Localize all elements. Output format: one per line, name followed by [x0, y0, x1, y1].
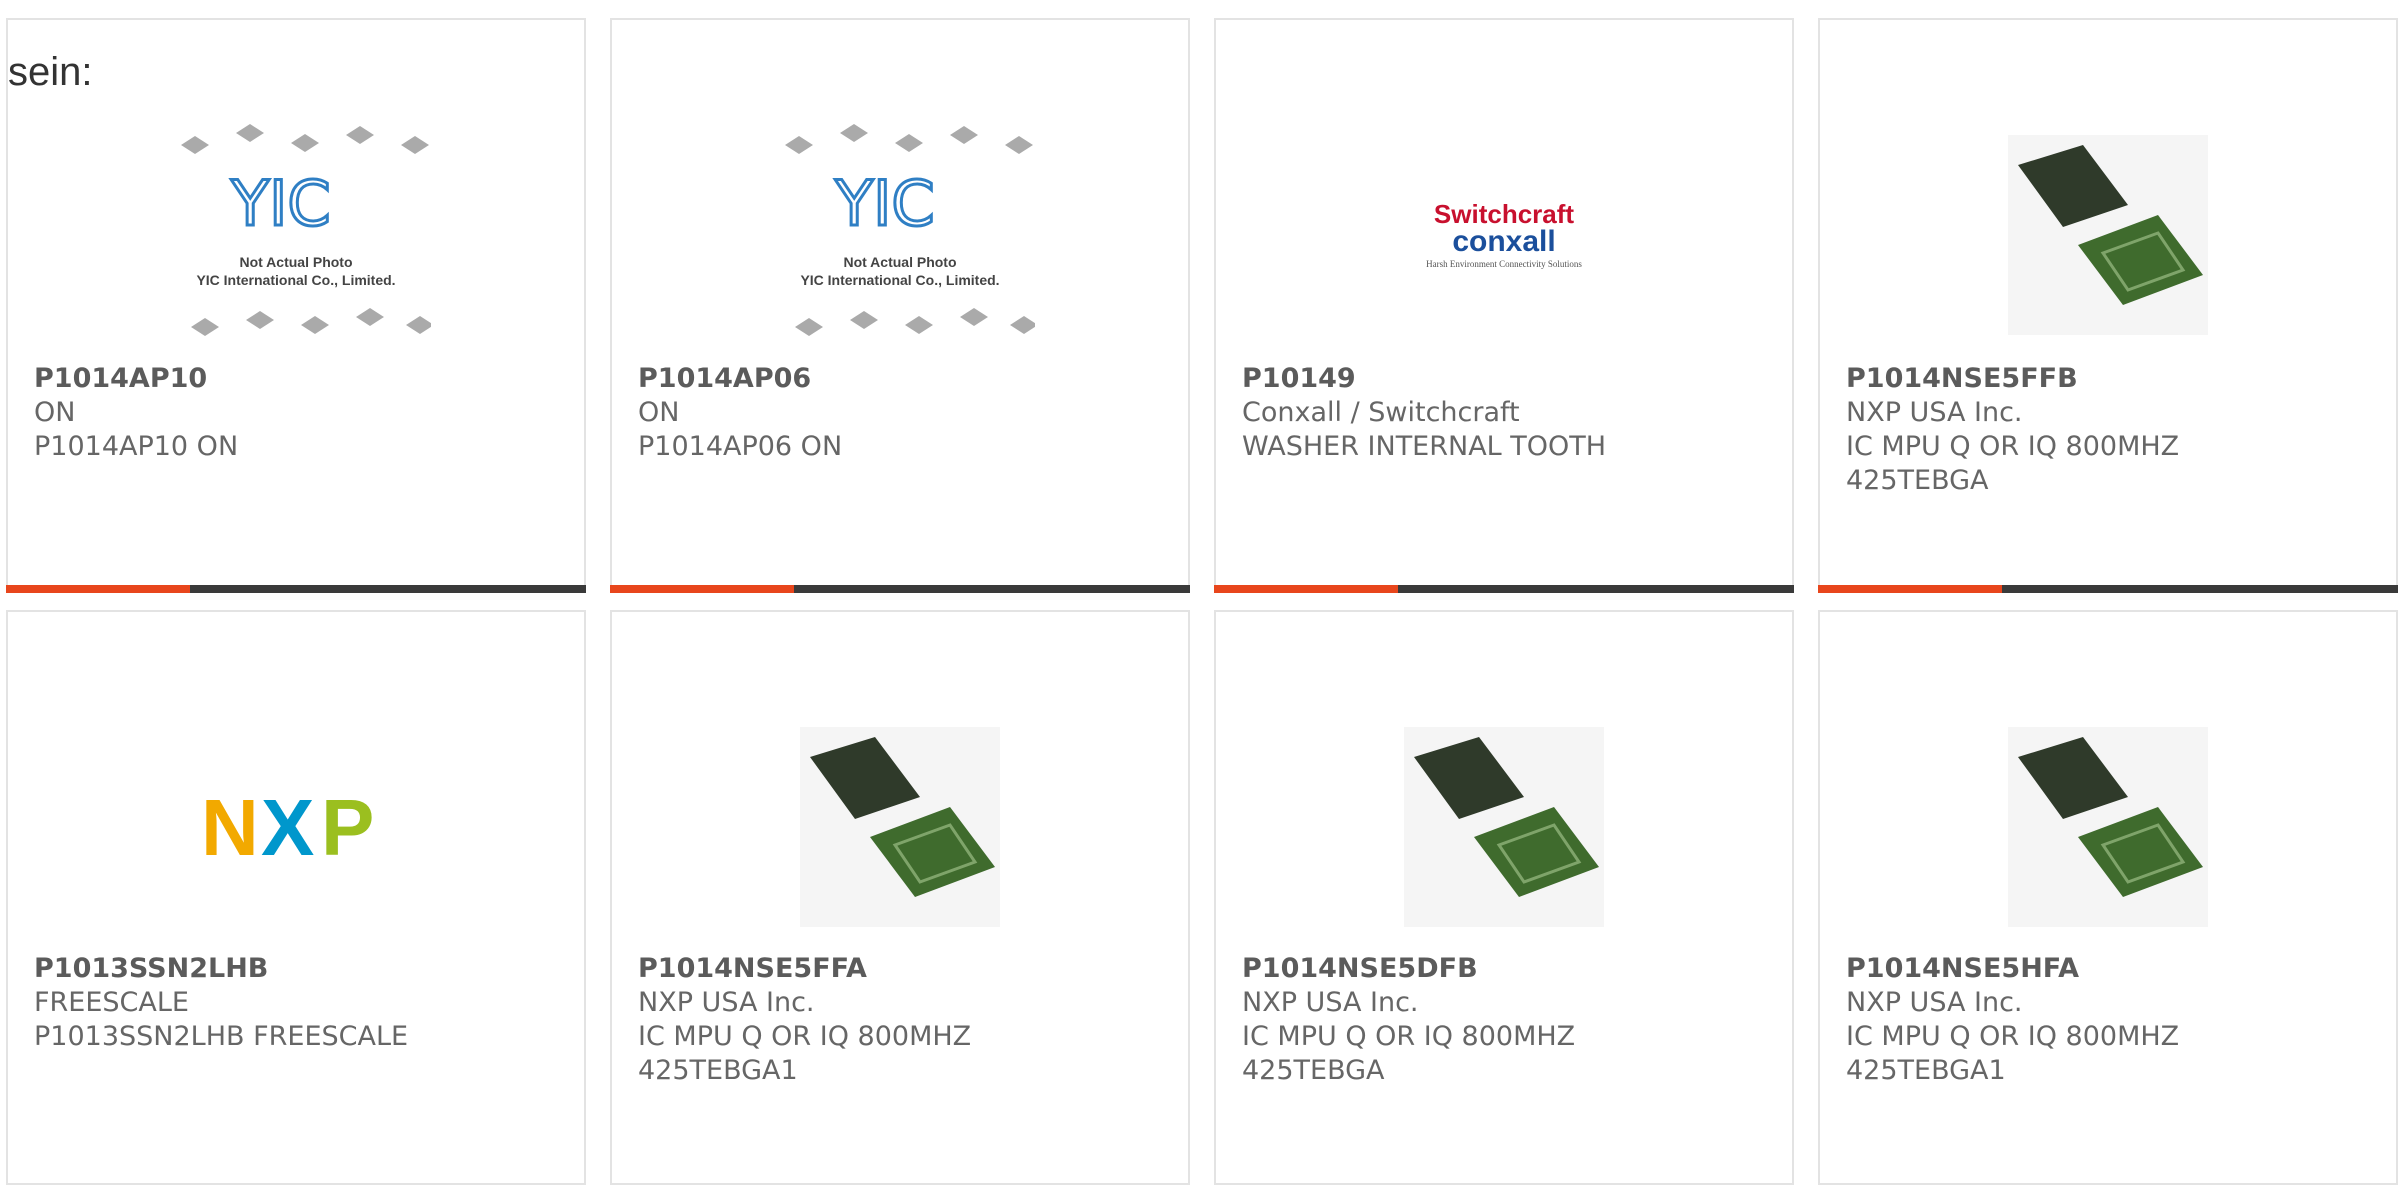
product-card[interactable]	[610, 610, 1190, 1185]
switchcraft-conxall-logo: SwitchcraftconxallHarsh Environment Conn…	[1426, 199, 1582, 269]
product-manufacturer: ON	[34, 397, 76, 428]
product-manufacturer: NXP USA Inc.	[1846, 397, 2023, 428]
bga-chip-image	[800, 727, 1000, 927]
product-part-number[interactable]: P1014NSE5DFB	[1242, 952, 1582, 986]
yic-placeholder-image: YIC Not Actual Photo YIC International Co.…	[181, 124, 431, 336]
product-manufacturer: NXP USA Inc.	[1846, 987, 2023, 1018]
yic-placeholder-image: YIC Not Actual Photo YIC International Co.…	[785, 124, 1035, 336]
card-accent-bar	[6, 585, 586, 593]
product-part-number[interactable]: P1014AP10	[34, 362, 574, 396]
bga-chip-image	[2008, 135, 2208, 335]
product-image[interactable]: Switchcraft conxall Harsh Environment Conn…	[1216, 100, 1792, 370]
product-image[interactable]	[1216, 692, 1792, 962]
card-accent-bar	[1818, 585, 2398, 593]
product-part-number[interactable]: P10149	[1242, 362, 1782, 396]
product-card[interactable]	[1214, 610, 1794, 1185]
svg-text:Harsh Environment Connectivity: Harsh Environment Connectivity Solutions	[1426, 259, 1582, 269]
product-info: P1014NSE5FFA NXP USA Inc. IC MPU Q OR IQ…	[638, 952, 978, 1088]
product-grid: YIC Not Actual Photo YIC International Co.…	[0, 0, 2400, 1185]
product-card[interactable]: NXP	[6, 610, 586, 1185]
bga-chip-image	[2008, 727, 2208, 927]
product-info: P10149 Conxall / Switchcraft WASHER INTE…	[1242, 362, 1782, 464]
svg-text:Not Actual Photo: Not Actual Photo	[843, 254, 956, 270]
bga-chip-image	[1404, 727, 1604, 927]
product-manufacturer: Conxall / Switchcraft	[1242, 397, 1520, 428]
product-manufacturer: NXP USA Inc.	[1242, 987, 1419, 1018]
product-image[interactable]: YIC Not Actual Photo YIC International Co.…	[8, 100, 584, 370]
svg-text:Not Actual Photo: Not Actual Photo	[239, 254, 352, 270]
product-info: P1014NSE5HFA NXP USA Inc. IC MPU Q OR IQ…	[1846, 952, 2186, 1088]
product-part-number[interactable]: P1014NSE5FFA	[638, 952, 978, 986]
product-card[interactable]	[1818, 18, 2398, 593]
svg-text:YIC: YIC	[230, 167, 330, 240]
product-card[interactable]: YIC Not Actual Photo YIC International Co.…	[6, 18, 586, 593]
card-accent-bar	[1214, 585, 1794, 593]
product-card[interactable]: YIC Not Actual Photo YIC International Co.…	[610, 18, 1190, 593]
product-card[interactable]	[1818, 610, 2398, 1185]
product-description: IC MPU Q OR IQ 800MHZ 425TEBGA1	[1846, 1021, 2180, 1086]
product-description: IC MPU Q OR IQ 800MHZ 425TEBGA	[1242, 1021, 1576, 1086]
product-description: IC MPU Q OR IQ 800MHZ 425TEBGA	[1846, 431, 2180, 496]
product-info: P1014AP06 ON P1014AP06 ON	[638, 362, 1178, 464]
product-manufacturer: FREESCALE	[34, 987, 189, 1018]
product-manufacturer: ON	[638, 397, 680, 428]
product-part-number[interactable]: P1014AP06	[638, 362, 1178, 396]
product-info: P1013SSN2LHB FREESCALE P1013SSN2LHB FREE…	[34, 952, 574, 1054]
product-part-number[interactable]: P1013SSN2LHB	[34, 952, 574, 986]
svg-text:P: P	[321, 787, 374, 867]
product-description: P1014AP10 ON	[34, 431, 239, 462]
product-card[interactable]: Switchcraft conxall Harsh Environment Conn…	[1214, 18, 1794, 593]
product-info: P1014AP10 ON P1014AP10 ON	[34, 362, 574, 464]
product-info: P1014NSE5DFB NXP USA Inc. IC MPU Q OR IQ…	[1242, 952, 1582, 1088]
product-description: WASHER INTERNAL TOOTH	[1242, 431, 1607, 462]
product-description: P1013SSN2LHB FREESCALE	[34, 1021, 409, 1052]
product-image[interactable]: NXP	[8, 692, 584, 962]
product-part-number[interactable]: P1014NSE5HFA	[1846, 952, 2186, 986]
nxp-logo: NXP	[201, 787, 374, 867]
svg-text:YIC: YIC	[834, 167, 934, 240]
page-text-fragment: sein:	[8, 50, 93, 94]
product-image[interactable]	[612, 692, 1188, 962]
product-image[interactable]	[1820, 100, 2396, 370]
product-image[interactable]	[1820, 692, 2396, 962]
svg-text:conxall: conxall	[1452, 225, 1555, 258]
product-description: P1014AP06 ON	[638, 431, 843, 462]
product-manufacturer: NXP USA Inc.	[638, 987, 815, 1018]
product-description: IC MPU Q OR IQ 800MHZ 425TEBGA1	[638, 1021, 972, 1086]
svg-text:YIC International Co., Limited: YIC International Co., Limited.	[800, 272, 999, 288]
svg-text:YIC International Co., Limited: YIC International Co., Limited.	[196, 272, 395, 288]
product-info: P1014NSE5FFB NXP USA Inc. IC MPU Q OR IQ…	[1846, 362, 2186, 498]
product-image[interactable]: YIC Not Actual Photo YIC International Co.…	[612, 100, 1188, 370]
product-part-number[interactable]: P1014NSE5FFB	[1846, 362, 2186, 396]
svg-text:N: N	[201, 787, 259, 867]
svg-text:X: X	[261, 787, 314, 867]
card-accent-bar	[610, 585, 1190, 593]
